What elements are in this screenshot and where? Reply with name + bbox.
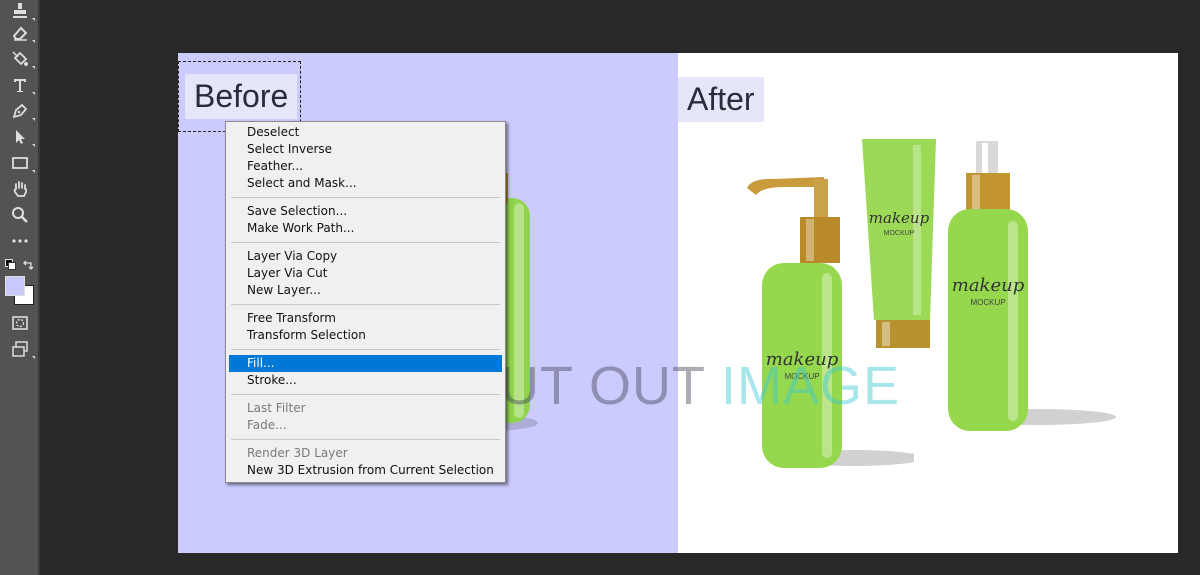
hand-icon[interactable] [8,178,32,200]
type-icon[interactable] [8,74,35,96]
menu-separator [231,304,500,305]
menu-item-select-inverse[interactable]: Select Inverse [229,141,502,158]
stamp-icon[interactable] [8,0,35,22]
quick-mask-icon[interactable] [8,312,32,334]
rectangle-icon[interactable] [8,152,35,174]
path-select-icon[interactable] [8,126,35,148]
menu-item-layer-via-copy[interactable]: Layer Via Copy [229,248,502,265]
tube-sub-text: MOCKUP [884,230,915,237]
screen-mode-icon[interactable] [8,338,35,360]
spray-sub-text: MOCKUP [970,298,1005,307]
menu-separator [231,242,500,243]
menu-item-select-and-mask[interactable]: Select and Mask... [229,175,502,192]
menu-item-fade: Fade... [247,418,287,432]
spray-bottle-image: makeup MOCKUP [948,141,1116,431]
menu-item-deselect[interactable]: Deselect [229,124,502,141]
menu-item-stroke[interactable]: Stroke... [229,372,502,389]
swap-colors-icon[interactable] [22,258,34,276]
tube-image: makeup MOCKUP [862,139,936,348]
menu-item-render-3d-layer: Render 3D Layer [247,446,348,460]
tube-brand-text: makeup [869,209,930,227]
after-label: After [678,77,764,122]
after-panel: After makeup MOCKUP makeup MOCKUP makeup… [678,53,1178,553]
eraser-icon[interactable] [8,22,35,44]
menu-item-transform-selection[interactable]: Transform Selection [229,327,502,344]
watermark: UT OUT IMAGE [500,356,901,416]
menu-separator [231,197,500,198]
menu-item-new-3d-extrusion[interactable]: New 3D Extrusion from Current Selection [229,462,502,479]
menu-item-make-work-path[interactable]: Make Work Path... [229,220,502,237]
spray-brand-text: makeup [952,275,1025,296]
zoom-icon[interactable] [8,204,32,226]
foreground-color-swatch[interactable] [5,276,25,296]
menu-item-last-filter: Last Filter [247,401,306,415]
menu-separator [231,439,500,440]
default-colors-icon[interactable] [5,259,16,270]
menu-separator [231,394,500,395]
menu-item-feather[interactable]: Feather... [229,158,502,175]
more-icon[interactable] [8,230,32,252]
context-menu: Deselect Select Inverse Feather... Selec… [225,121,506,483]
menu-item-save-selection[interactable]: Save Selection... [229,203,502,220]
menu-item-new-layer[interactable]: New Layer... [229,282,502,299]
tools-panel [0,0,40,575]
menu-item-layer-via-cut[interactable]: Layer Via Cut [229,265,502,282]
paint-bucket-icon[interactable] [8,48,35,70]
pen-icon[interactable] [8,100,35,122]
menu-item-fill[interactable]: Fill... [229,355,502,372]
menu-separator [231,349,500,350]
menu-item-free-transform[interactable]: Free Transform [229,310,502,327]
